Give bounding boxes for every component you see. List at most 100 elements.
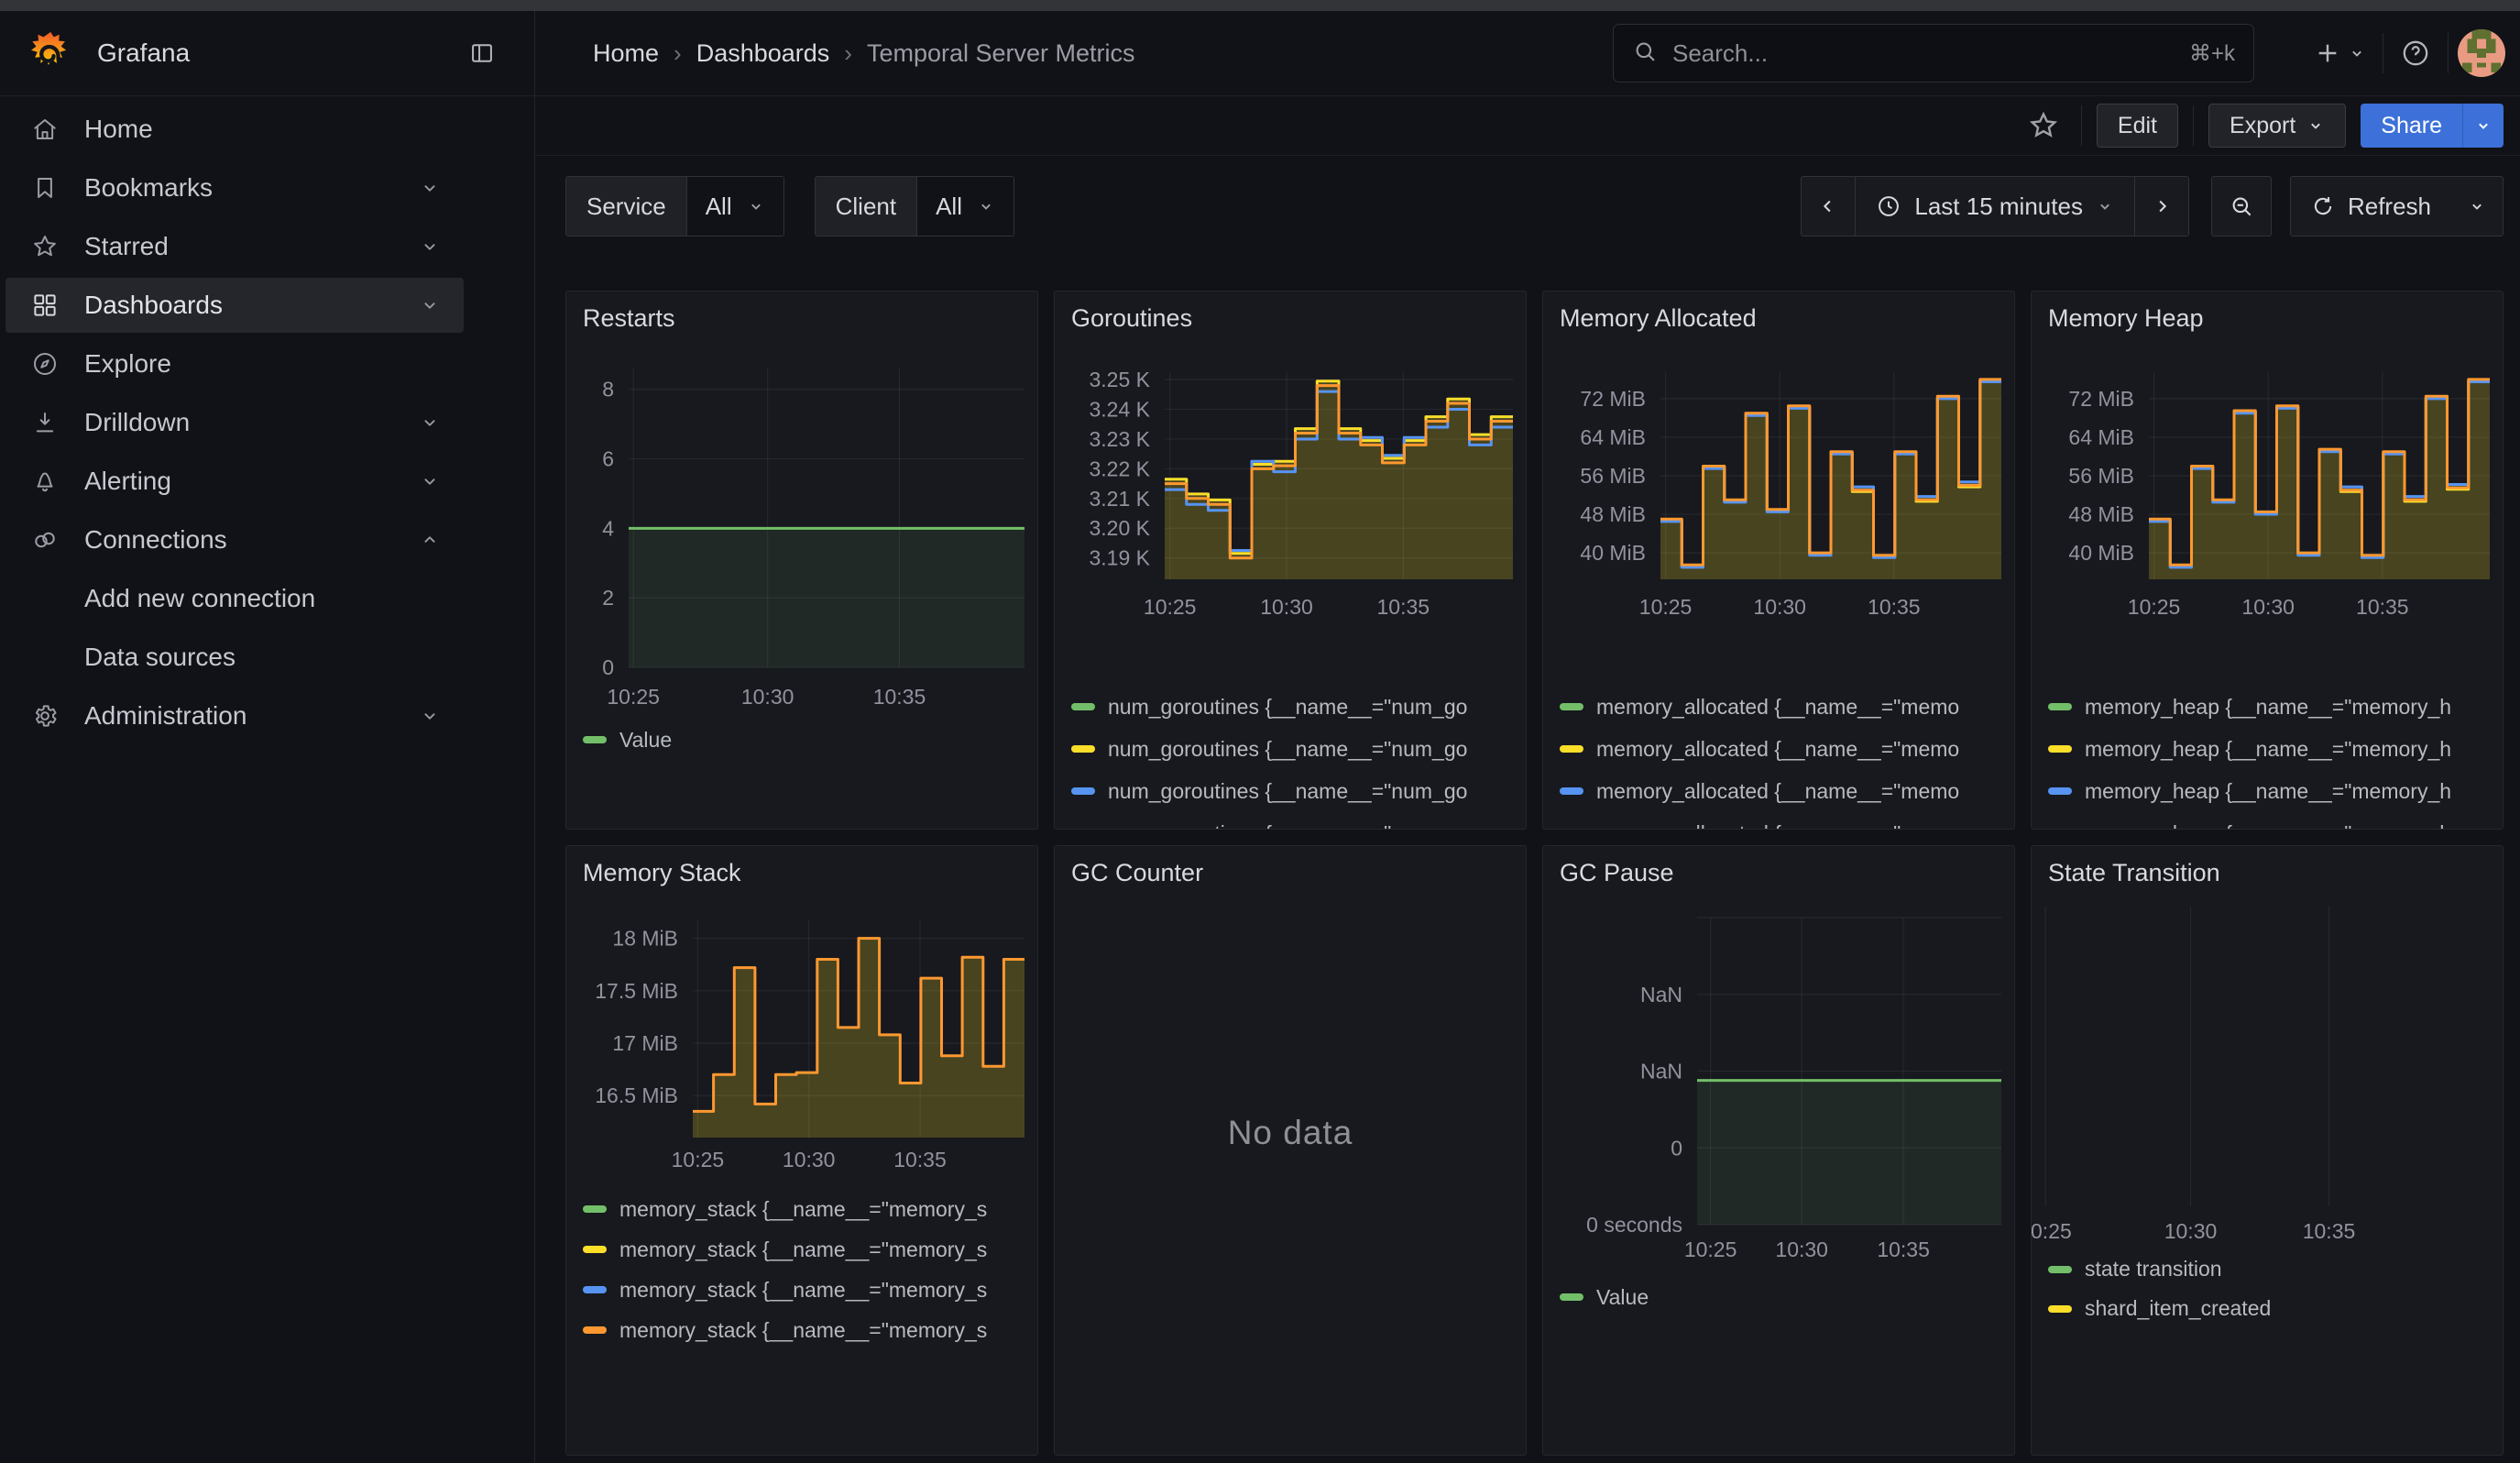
chart-canvas[interactable]: 10:2510:3010:35 (2032, 846, 2504, 1456)
legend-label: Value (1596, 1285, 1649, 1310)
user-avatar[interactable] (2458, 29, 2505, 77)
share-button[interactable]: Share (2361, 104, 2462, 148)
share-dropdown-button[interactable] (2462, 104, 2504, 148)
legend-item[interactable]: memory_allocated {__name__="memo (1560, 812, 2009, 830)
legend-swatch (1560, 745, 1583, 753)
time-controls: Last 15 minutes Refresh (1801, 176, 2504, 236)
sidebar-item-drilldown[interactable]: Drilldown (5, 395, 464, 450)
zoom-out-icon[interactable] (2212, 177, 2271, 236)
service-variable-value[interactable]: All (686, 177, 783, 236)
sidebar-item-dashboards[interactable]: Dashboards (5, 278, 464, 333)
legend-item[interactable]: Value (583, 719, 1032, 761)
legend-label: shard_item_created (2085, 1296, 2271, 1321)
client-variable-label: Client (816, 177, 916, 236)
legend-item[interactable]: memory_heap {__name__="memory_h (2048, 812, 2497, 830)
breadcrumb-home[interactable]: Home (593, 39, 659, 68)
chart-legend: memory_allocated {__name__="memomemory_a… (1560, 686, 2009, 830)
legend-swatch (1071, 787, 1095, 795)
legend-item[interactable]: num_goroutines {__name__="num_go (1071, 812, 1520, 830)
legend-swatch (583, 736, 607, 743)
chart-canvas[interactable]: 16.5 MiB17 MiB17.5 MiB18 MiB10:2510:3010… (566, 846, 1038, 1456)
legend-item[interactable]: num_goroutines {__name__="num_go (1071, 770, 1520, 812)
help-icon[interactable] (2393, 30, 2438, 76)
sidebar-item-bookmarks[interactable]: Bookmarks (5, 160, 464, 215)
legend-label: num_goroutines {__name__="num_go (1108, 737, 1467, 762)
client-variable: Client All (815, 176, 1014, 236)
legend-label: memory_heap {__name__="memory_h (2085, 737, 2451, 762)
sidebar-item-data-sources[interactable]: Data sources (5, 630, 464, 685)
sidebar-item-label: Add new connection (84, 584, 315, 613)
panel-gcpause: GC Pause0 seconds0NaNNaN10:2510:3010:35V… (1542, 845, 2015, 1456)
breadcrumb-current: Temporal Server Metrics (867, 39, 1135, 68)
chart-canvas[interactable]: 0 seconds0NaNNaN10:2510:3010:35 (1543, 846, 2015, 1456)
sidebar-item-label: Administration (84, 701, 247, 731)
legend-item[interactable]: memory_allocated {__name__="memo (1560, 686, 2009, 728)
svg-text:40 MiB: 40 MiB (2068, 541, 2134, 565)
svg-text:64 MiB: 64 MiB (2068, 425, 2134, 449)
favorite-star-icon[interactable] (2021, 103, 2066, 148)
sidebar-nav: HomeBookmarksStarredDashboards Explore Dri… (0, 96, 534, 1463)
chevron-down-icon (2306, 116, 2325, 135)
legend-item[interactable]: memory_heap {__name__="memory_h (2048, 686, 2497, 728)
legend-item[interactable]: memory_allocated {__name__="memo (1560, 770, 2009, 812)
refresh-icon (2311, 194, 2335, 218)
legend-label: memory_stack {__name__="memory_s (619, 1278, 987, 1303)
breadcrumb-dashboards[interactable]: Dashboards (696, 39, 830, 68)
refresh-button[interactable]: Refresh (2291, 177, 2451, 236)
svg-text:10:35: 10:35 (2303, 1219, 2356, 1243)
legend-swatch (583, 1326, 607, 1334)
sidebar-item-add-new-connection[interactable]: Add new connection (5, 571, 464, 626)
service-variable-label: Service (566, 177, 686, 236)
bookmark-icon (31, 174, 59, 202)
share-button-group: Share (2361, 104, 2504, 148)
gear-icon (31, 702, 59, 730)
legend-item[interactable]: memory_stack {__name__="memory_s (583, 1270, 1032, 1310)
refresh-group: Refresh (2290, 176, 2504, 236)
sidebar-item-label: Drilldown (84, 408, 190, 437)
svg-text:10:25: 10:25 (1144, 595, 1197, 619)
time-shift-forward-button[interactable] (2135, 177, 2188, 236)
sidebar-item-label: Explore (84, 349, 171, 379)
sidebar-item-starred[interactable]: Starred (5, 219, 464, 274)
legend-item[interactable]: memory_heap {__name__="memory_h (2048, 728, 2497, 770)
svg-text:48 MiB: 48 MiB (2068, 502, 2134, 526)
legend-item[interactable]: num_goroutines {__name__="num_go (1071, 728, 1520, 770)
search-input[interactable] (1671, 38, 2189, 69)
legend-item[interactable]: Value (1560, 1277, 2009, 1317)
legend-item[interactable]: shard_item_created (2048, 1289, 2497, 1328)
svg-text:72 MiB: 72 MiB (2068, 387, 2134, 411)
panel-memheap: Memory Heap40 MiB48 MiB56 MiB64 MiB72 Mi… (2031, 291, 2504, 830)
legend-item[interactable]: memory_stack {__name__="memory_s (583, 1189, 1032, 1229)
panel-title[interactable]: GC Counter (1071, 859, 1203, 887)
sidebar-item-administration[interactable]: Administration (5, 688, 464, 743)
new-dropdown-button[interactable] (2306, 31, 2373, 75)
time-range-picker[interactable]: Last 15 minutes (1855, 177, 2135, 236)
legend-item[interactable]: state transition (2048, 1249, 2497, 1289)
export-button[interactable]: Export (2208, 104, 2346, 148)
legend-item[interactable]: memory_heap {__name__="memory_h (2048, 770, 2497, 812)
navbar-brand-section: Grafana (0, 11, 534, 95)
time-shift-back-button[interactable] (1802, 177, 1855, 236)
legend-swatch (583, 1286, 607, 1293)
client-variable-value[interactable]: All (916, 177, 1013, 236)
chevron-down-icon (977, 197, 995, 215)
chevron-down-icon (2474, 116, 2493, 135)
legend-item[interactable]: memory_allocated {__name__="memo (1560, 728, 2009, 770)
svg-text:8: 8 (602, 378, 614, 402)
sidebar-item-alerting[interactable]: Alerting (5, 454, 464, 509)
grafana-logo-icon[interactable] (27, 28, 73, 78)
svg-text:3.23 K: 3.23 K (1090, 427, 1151, 451)
sidebar-item-connections[interactable]: Connections (5, 512, 464, 567)
legend-item[interactable]: num_goroutines {__name__="num_go (1071, 686, 1520, 728)
refresh-interval-dropdown[interactable] (2451, 177, 2503, 236)
edit-button[interactable]: Edit (2097, 104, 2178, 148)
chart-legend: num_goroutines {__name__="num_go num_goro… (1071, 686, 1520, 830)
svg-text:3.22 K: 3.22 K (1090, 456, 1151, 480)
legend-item[interactable]: memory_stack {__name__="memory_s (583, 1229, 1032, 1270)
sidebar-collapse-icon[interactable] (461, 33, 503, 73)
sidebar-item-home[interactable]: Home (5, 102, 464, 157)
sidebar-item-explore[interactable]: Explore (5, 336, 464, 391)
navbar-actions (2306, 11, 2505, 95)
legend-item[interactable]: memory_stack {__name__="memory_s (583, 1310, 1032, 1350)
legend-label: num_goroutines {__name__="num_go (1108, 821, 1467, 830)
